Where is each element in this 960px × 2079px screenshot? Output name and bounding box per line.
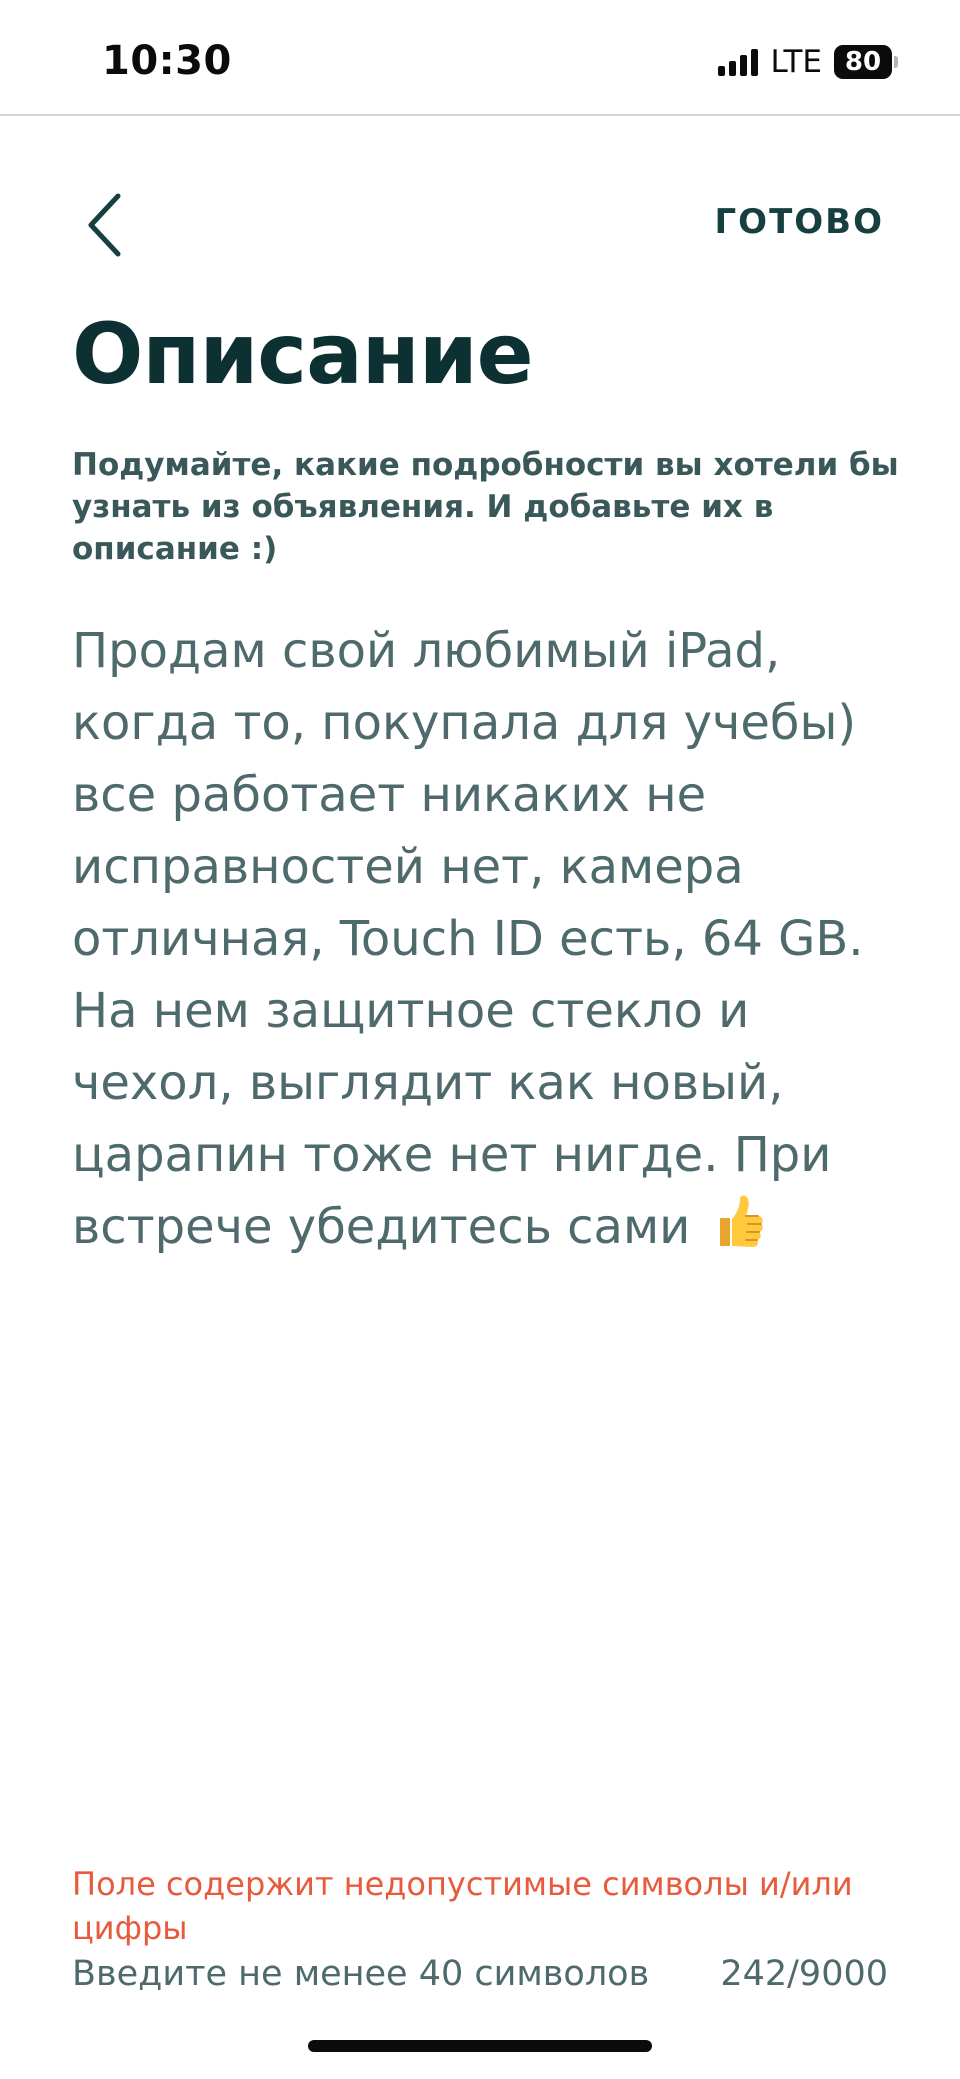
battery-level: 80 <box>834 45 892 79</box>
network-label: LTE <box>770 44 822 80</box>
status-indicators: LTE 80 <box>718 44 898 80</box>
screen: 10:30 LTE 80 ГОТОВО Описание Подумайте, … <box>0 0 960 2079</box>
thumbs-up-icon <box>719 1195 763 1247</box>
description-value: Продам свой любимый iPad, когда то, поку… <box>72 623 864 1255</box>
page-title: Описание <box>72 305 534 403</box>
status-bar: 10:30 LTE 80 <box>0 0 960 116</box>
battery-icon: 80 <box>834 45 898 79</box>
hint-text: Подумайте, какие подробности вы хотели б… <box>72 447 899 567</box>
char-counter: 242/9000 <box>720 1954 888 1994</box>
footer-row: Введите не менее 40 символов 242/9000 <box>72 1954 888 1994</box>
status-time: 10:30 <box>102 38 232 84</box>
min-length-hint: Введите не менее 40 символов <box>72 1954 650 1994</box>
description-textarea[interactable]: Продам свой любимый iPad, когда то, поку… <box>72 615 892 1263</box>
home-indicator[interactable] <box>308 2040 652 2052</box>
back-button[interactable] <box>78 190 138 260</box>
error-message: Поле содержит недопустимые символы и/или… <box>72 1865 853 1947</box>
signal-icon <box>718 48 759 76</box>
done-button[interactable]: ГОТОВО <box>715 202 884 242</box>
chevron-left-icon <box>88 193 121 257</box>
